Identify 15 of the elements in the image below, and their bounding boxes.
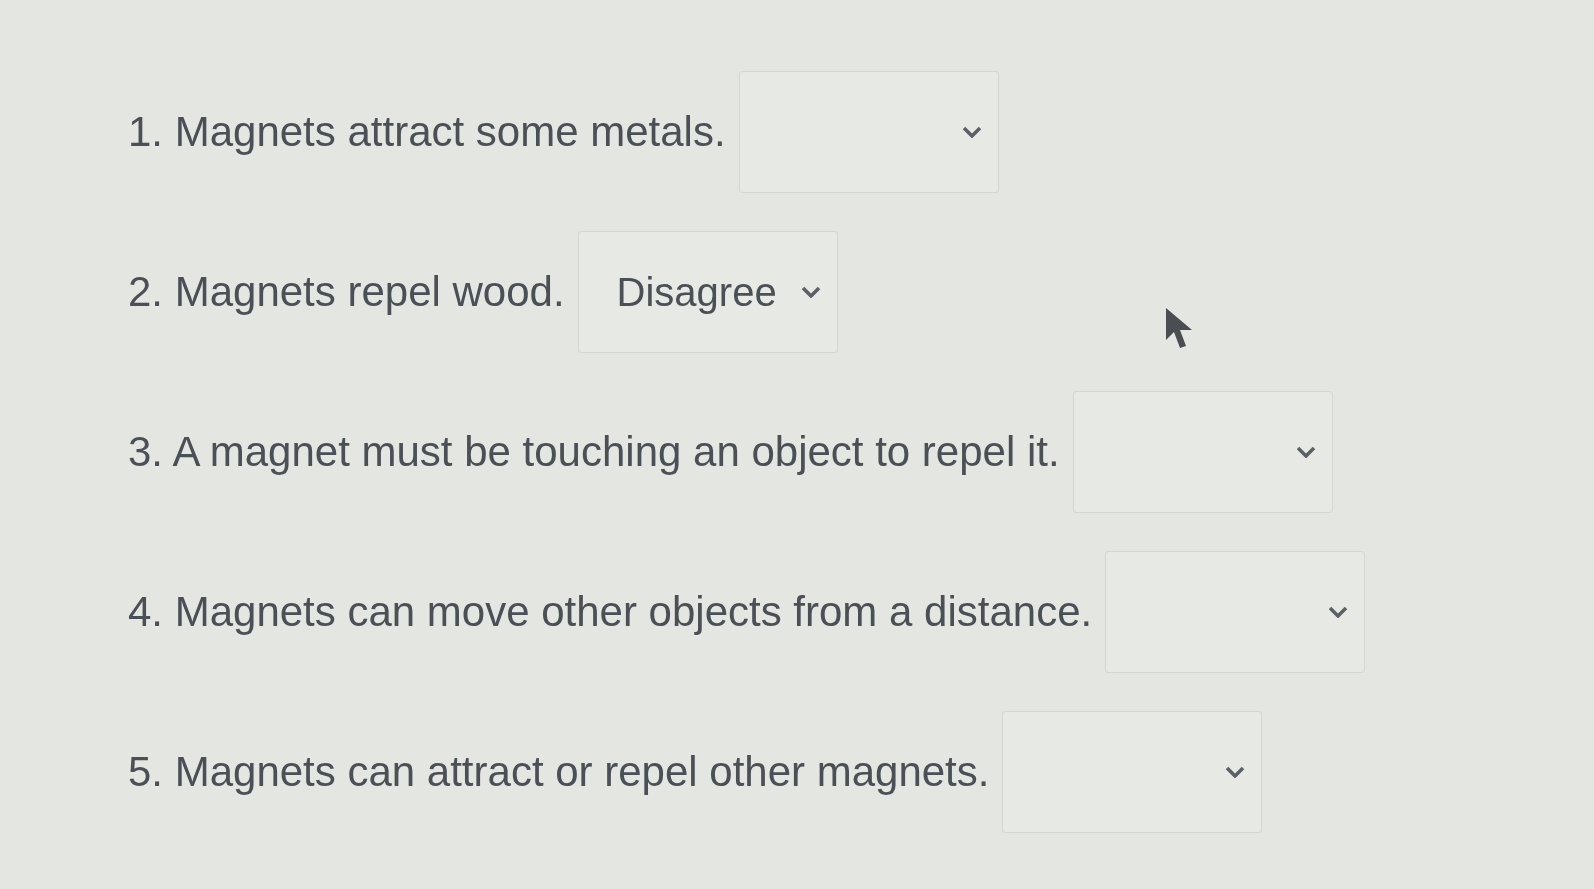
answer-dropdown[interactable] xyxy=(1002,711,1263,833)
question-text: 2. Magnets repel wood. xyxy=(128,271,565,313)
chevron-icon xyxy=(1295,446,1316,458)
answer-dropdown[interactable] xyxy=(1105,551,1366,673)
chevron-icon xyxy=(1225,766,1246,778)
question-text: 3. A magnet must be touching an object to repel it. xyxy=(128,431,1060,473)
chevron-icon xyxy=(1328,606,1349,618)
chevron-icon xyxy=(961,126,982,138)
chevron-icon xyxy=(800,286,821,298)
question-text: 4. Magnets can move other objects from a distance. xyxy=(128,591,1093,633)
answer-dropdown[interactable] xyxy=(1072,391,1333,513)
answer-dropdown[interactable]: Disagree xyxy=(577,231,838,353)
question-text: 5. Magnets can attract or repel other magnets. xyxy=(128,751,990,793)
question-text: 1. Magnets attract some metals. xyxy=(128,111,726,153)
answer-dropdown[interactable] xyxy=(738,71,999,193)
